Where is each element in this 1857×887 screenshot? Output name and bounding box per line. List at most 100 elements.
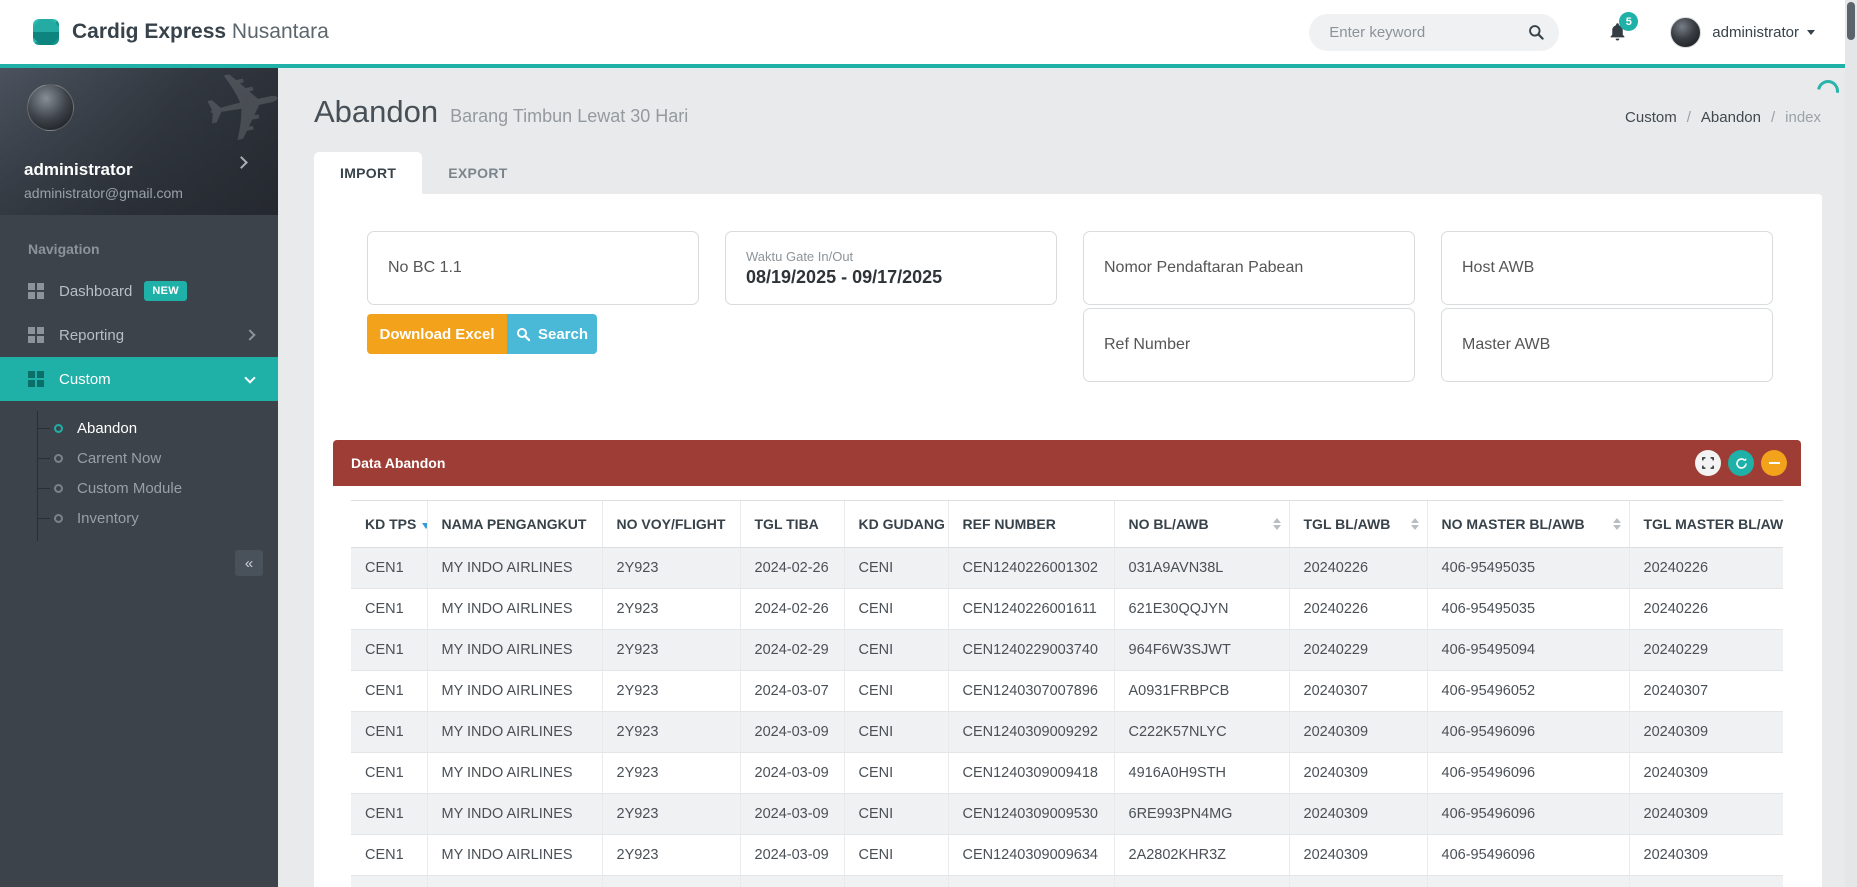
master-awb-field [1441, 308, 1773, 382]
scrollbar-thumb[interactable] [1847, 2, 1855, 40]
table-row[interactable]: CEN1MY INDO AIRLINES2Y9232024-02-26CENIC… [351, 589, 1783, 630]
column-header-nama-pengangkut[interactable]: NAMA PENGANGKUT [427, 501, 602, 548]
sidebar-collapse-button[interactable]: « [235, 550, 263, 576]
table-row[interactable]: CEN1MY INDO AIRLINES2Y9232024-03-09CENIC… [351, 712, 1783, 753]
submenu-label: Custom Module [77, 480, 182, 497]
table-row[interactable]: CEN1MY INDO AIRLINES2Y9232024-02-26CENIC… [351, 548, 1783, 589]
user-menu-label[interactable]: administrator [1712, 24, 1799, 41]
tab-bar: IMPORT EXPORT [314, 152, 1857, 194]
submenu-item-abandon[interactable]: Abandon [38, 413, 278, 443]
table-cell: 2024-03-09 [740, 712, 844, 753]
search-button[interactable]: Search [507, 314, 597, 354]
host-awb-field [1441, 231, 1773, 305]
refresh-button[interactable] [1728, 450, 1754, 476]
table-cell: CEN1240309009292 [948, 712, 1114, 753]
page-title: Abandon [314, 94, 438, 130]
chevron-down-icon [244, 372, 255, 383]
table-cell: 20240226 [1289, 589, 1427, 630]
table-row[interactable]: CEN1MY INDO AIRLINES2Y9232024-02-29CENIC… [351, 630, 1783, 671]
table-cell: MY INDO AIRLINES [427, 876, 602, 887]
submenu-item-carrent-now[interactable]: Carrent Now [38, 443, 278, 473]
bullet-icon [54, 514, 63, 523]
search-icon [516, 327, 531, 342]
custom-submenu: Abandon Carrent Now Custom Module Invent… [37, 411, 278, 541]
search-input[interactable] [1329, 24, 1528, 41]
column-header-no-master-bl-awb[interactable]: NO MASTER BL/AWB [1427, 501, 1629, 548]
notifications-button[interactable]: 5 [1607, 21, 1628, 43]
table-row[interactable]: CEN1MY INDO AIRLINES2Y9232024-03-07CENIC… [351, 671, 1783, 712]
profile-avatar[interactable] [27, 84, 74, 131]
table-row[interactable]: CEN1MY INDO AIRLINES2Y9232024-03-09CENIC… [351, 753, 1783, 794]
master-awb-input[interactable] [1462, 336, 1752, 354]
download-excel-button[interactable]: Download Excel [367, 314, 507, 354]
table-cell: MY INDO AIRLINES [427, 589, 602, 630]
user-avatar[interactable] [1670, 17, 1701, 48]
table-cell: CEN1240309009634 [948, 835, 1114, 876]
submenu-item-inventory[interactable]: Inventory [38, 503, 278, 533]
table-cell: MY INDO AIRLINES [427, 712, 602, 753]
search-icon[interactable] [1528, 24, 1545, 41]
page-subtitle: Barang Timbun Lewat 30 Hari [450, 106, 688, 127]
brand-bold: Cardig Express [72, 20, 226, 43]
table-cell: CENI [844, 548, 948, 589]
breadcrumb-index: index [1785, 109, 1821, 126]
no-bc-input[interactable] [388, 259, 678, 277]
user-menu-caret-icon[interactable] [1807, 30, 1815, 35]
table-cell: CEN1 [351, 671, 427, 712]
table-cell: 2A2802KHR3Z [1114, 835, 1289, 876]
table-cell: 406-95495035 [1427, 589, 1629, 630]
waktu-gate-field[interactable]: Waktu Gate In/Out 08/19/2025 - 09/17/202… [725, 231, 1057, 305]
brand-light: Nusantara [232, 20, 329, 43]
table-body: CEN1MY INDO AIRLINES2Y9232024-02-26CENIC… [351, 548, 1783, 887]
column-header-tgl-master-bl-awb[interactable]: TGL MASTER BL/AWB [1629, 501, 1783, 548]
tab-import[interactable]: IMPORT [314, 152, 422, 194]
notification-count-badge: 5 [1619, 12, 1638, 31]
fullscreen-button[interactable] [1695, 450, 1721, 476]
table-cell: CEN1 [351, 548, 427, 589]
table-cell: 2024-02-26 [740, 589, 844, 630]
grid-icon [28, 283, 44, 299]
sidebar-item-dashboard[interactable]: Dashboard NEW [0, 269, 278, 313]
waktu-gate-value[interactable]: 08/19/2025 - 09/17/2025 [746, 267, 1036, 288]
column-header-tgl-tiba[interactable]: TGL TIBA [740, 501, 844, 548]
tab-export[interactable]: EXPORT [422, 152, 533, 194]
column-header-kd-gudang[interactable]: KD GUDANG [844, 501, 948, 548]
breadcrumb-custom[interactable]: Custom [1625, 109, 1677, 126]
sidebar-profile: ✈ administrator administrator@gmail.com [0, 68, 278, 215]
table-cell: CENI [844, 671, 948, 712]
submenu-item-custom-module[interactable]: Custom Module [38, 473, 278, 503]
table-cell: 20240309 [1629, 712, 1783, 753]
table-cell: CENI [844, 712, 948, 753]
column-header-tgl-bl-awb[interactable]: TGL BL/AWB [1289, 501, 1427, 548]
table-cell: 20240226 [1289, 548, 1427, 589]
table-cell: 20240309 [1289, 835, 1427, 876]
table-cell: CEN1 [351, 630, 427, 671]
card-title: Data Abandon [351, 455, 445, 471]
table-row[interactable]: CEN1MY INDO AIRLINES2Y9232024-03-09CENIC… [351, 876, 1783, 887]
column-header-ref-number[interactable]: REF NUMBER [948, 501, 1114, 548]
table-cell: CENI [844, 794, 948, 835]
host-awb-input[interactable] [1462, 259, 1752, 277]
table-cell: MY INDO AIRLINES [427, 630, 602, 671]
breadcrumb-abandon[interactable]: Abandon [1701, 109, 1761, 126]
ref-number-input[interactable] [1104, 336, 1394, 354]
app-root: Cardig Express Nusantara [0, 0, 1857, 887]
brand-logo-icon[interactable] [33, 19, 59, 45]
sidebar-item-custom[interactable]: Custom [0, 357, 278, 401]
table-cell: 20240226 [1629, 548, 1783, 589]
sidebar-item-label: Dashboard [59, 283, 132, 300]
table-cell: CENI [844, 876, 948, 887]
column-header-no-bl-awb[interactable]: NO BL/AWB [1114, 501, 1289, 548]
nomor-pendaftaran-input[interactable] [1104, 259, 1394, 277]
table-cell: 2Y923 [602, 794, 740, 835]
table-row[interactable]: CEN1MY INDO AIRLINES2Y9232024-03-09CENIC… [351, 794, 1783, 835]
column-header-no-voy-flight[interactable]: NO VOY/FLIGHT [602, 501, 740, 548]
collapse-panel-button[interactable] [1761, 450, 1787, 476]
vertical-scrollbar[interactable] [1845, 0, 1857, 887]
sidebar-item-reporting[interactable]: Reporting [0, 313, 278, 357]
column-header-kd-tps[interactable]: KD TPS [351, 501, 427, 548]
table-cell: CENI [844, 630, 948, 671]
bullet-icon [54, 454, 63, 463]
table-cell: 4916A0H9STH [1114, 753, 1289, 794]
table-row[interactable]: CEN1MY INDO AIRLINES2Y9232024-03-09CENIC… [351, 835, 1783, 876]
